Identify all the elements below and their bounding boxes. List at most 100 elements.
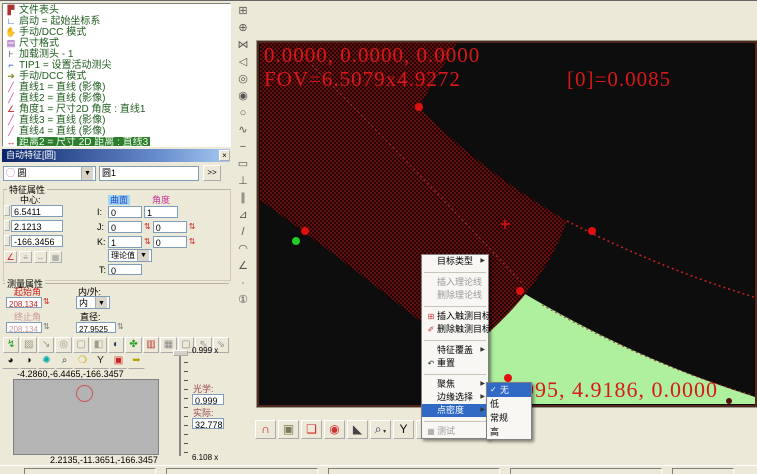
menu-item[interactable]: 聚焦 ▶ — [422, 378, 488, 391]
tree-item[interactable]: ╱直线1 = 直线 (影像) — [5, 82, 230, 93]
gear-flower-icon[interactable]: ✤ — [125, 337, 141, 353]
camera-view[interactable]: 0.0000, 0.0000, 0.0000 FOV=6.5079x4.9272… — [257, 41, 757, 407]
chevron-down-icon[interactable]: ▾ — [382, 429, 387, 435]
half-box-icon[interactable]: ◧ — [90, 337, 106, 353]
tree-item[interactable]: ▛文件表头 — [5, 5, 230, 16]
circle-icon[interactable]: ○ — [234, 105, 252, 121]
spinner-icon[interactable]: ⇅ — [144, 221, 151, 233]
vector-value-2[interactable]: 0 — [153, 236, 187, 248]
feature-panel-close-icon[interactable]: × — [219, 150, 230, 161]
concentric-icon[interactable]: ◎ — [234, 71, 252, 87]
menu-item[interactable]: ✐ 删除触测目标 — [422, 323, 488, 336]
start-angle-field[interactable]: 208.134 — [6, 297, 42, 308]
magnifier-icon[interactable]: ⌕ — [56, 353, 73, 369]
center-z-field[interactable]: -166.3456 — [11, 235, 63, 247]
tree-item[interactable]: ╱直线4 = 直线 (影像) — [5, 126, 230, 137]
submenu-item[interactable]: ✓ 无 — [487, 383, 531, 397]
menu-item[interactable]: 删除理论线 — [422, 289, 488, 302]
end-angle-spinner-icon[interactable]: ⇅ — [43, 321, 50, 333]
pie-half-icon[interactable]: ◑ — [20, 353, 37, 369]
exit-arrow-icon[interactable]: ➥ — [128, 353, 145, 369]
target-circle-icon[interactable]: ◉ — [324, 420, 345, 439]
command-tree[interactable]: ▛文件表头 ∟启动 = 起始坐标系 ✋手动/DCC 模式 ▤尺寸格式 ⊦加载测头… — [2, 3, 231, 147]
circle-cross-icon[interactable]: ⊕ — [234, 20, 252, 36]
sphere-icon[interactable]: ◉ — [234, 88, 252, 104]
plane-icon[interactable]: ⊞ — [234, 3, 252, 19]
histogram-icon[interactable]: ▥ — [143, 337, 159, 353]
contrast-icon[interactable]: ◐ — [108, 337, 124, 353]
submenu-item[interactable]: 低 — [487, 397, 531, 411]
diameter-spinner-icon[interactable]: ⇅ — [117, 321, 124, 333]
snap-icon[interactable]: ↘ — [38, 337, 54, 353]
line-icon[interactable]: − — [234, 139, 252, 155]
diameter-field[interactable]: 27.9525 — [76, 322, 116, 333]
theo-value-select[interactable]: 理论值 ▼ — [108, 249, 152, 262]
chevron-down-icon[interactable]: ▼ — [137, 250, 149, 261]
span-button[interactable]: ↔ — [34, 251, 47, 263]
insert-target-icon[interactable]: ❏ — [301, 420, 322, 439]
menu-item[interactable]: 点密度 ▶ — [422, 404, 488, 417]
funnel-icon[interactable]: Y — [393, 420, 414, 439]
live-view-image[interactable] — [13, 379, 159, 455]
grid-button[interactable]: ▦ — [49, 251, 62, 263]
tree-item[interactable]: ➜手动/DCC 模式 — [5, 71, 230, 82]
angle-icon[interactable]: ∠ — [234, 258, 252, 274]
expand-button[interactable]: >> — [203, 165, 221, 181]
parallel-icon[interactable]: ∥ — [234, 190, 252, 206]
vector-value-1[interactable]: 0 — [108, 206, 142, 218]
inout-select[interactable]: 内 ▼ — [76, 296, 110, 309]
tree-item[interactable]: ╱直线2 = 直线 (影像) — [5, 93, 230, 104]
start-angle-spinner-icon[interactable]: ⇅ — [43, 296, 50, 308]
pie-quarter-icon[interactable]: ◕ — [2, 353, 19, 369]
magnet-icon[interactable]: ∩ — [255, 420, 276, 439]
feature-name-input[interactable]: 圆1 — [99, 166, 199, 181]
cone-icon[interactable]: ◁ — [234, 54, 252, 70]
angularity-icon[interactable]: ⊿ — [234, 207, 252, 223]
tree-item[interactable]: ⌐TIP1 = 设置活动测尖 — [5, 60, 230, 71]
center-x-lock-button[interactable] — [4, 205, 10, 216]
curve-icon[interactable]: ∿ — [234, 122, 252, 138]
tree-item[interactable]: ▤尺寸格式 — [5, 38, 230, 49]
optical-field[interactable]: 0.999 — [192, 394, 224, 405]
menu-item[interactable]: 特征覆盖 ▶ — [422, 344, 488, 357]
arc-icon[interactable]: ◠ — [234, 241, 252, 257]
menu-item[interactable]: 插入理论线 — [422, 276, 488, 289]
illumination-icon[interactable]: ✺ — [38, 353, 55, 369]
slash-icon[interactable]: / — [234, 224, 252, 240]
menu-item[interactable]: 边缘选择 ▶ — [422, 391, 488, 404]
menu-item[interactable]: 目标类型 ▶ — [422, 255, 488, 268]
menu-item[interactable]: ⊞ 插入触测目标 — [422, 310, 488, 323]
point-icon[interactable]: · — [234, 275, 252, 291]
stop-box-icon[interactable]: ▣ — [110, 353, 127, 369]
center-y-lock-button[interactable] — [4, 220, 10, 231]
wedge-icon[interactable]: ◣ — [347, 420, 368, 439]
move-icon[interactable]: ▨ — [20, 337, 36, 353]
tree-item[interactable]: ✋手动/DCC 模式 — [5, 27, 230, 38]
actual-field[interactable]: 32.778 — [192, 418, 224, 429]
submenu-item[interactable]: 常规 — [487, 411, 531, 425]
box-gray-icon[interactable]: ▢ — [73, 337, 89, 353]
vector-value-2[interactable]: 1 — [144, 206, 178, 218]
end-angle-field[interactable]: 208.134 — [6, 322, 42, 333]
tree-item[interactable]: ╱直线3 = 直线 (影像) — [5, 115, 230, 126]
spinner-icon[interactable]: ⇅ — [189, 236, 196, 248]
spinner-icon[interactable]: ⇅ — [144, 236, 151, 248]
center-z-lock-button[interactable] — [4, 235, 10, 246]
t-field[interactable]: 0 — [108, 264, 142, 275]
camera-icon[interactable]: ▣ — [278, 420, 299, 439]
spinner-icon[interactable]: ⇅ — [189, 221, 196, 233]
level-icon[interactable]: Y — [92, 353, 109, 369]
zoom-slider-thumb[interactable] — [173, 350, 188, 356]
pin-button[interactable]: ≡ — [19, 251, 32, 263]
vector-value-1[interactable]: 1 — [108, 236, 142, 248]
center-y-field[interactable]: 2.1213 — [11, 220, 63, 232]
rectangle-icon[interactable]: ▭ — [234, 156, 252, 172]
datum-one-icon[interactable]: ① — [234, 292, 252, 308]
perpendicular-icon[interactable]: ⊥ — [234, 173, 252, 189]
execute-icon[interactable]: ↯ — [3, 337, 19, 353]
submenu-item[interactable]: 高 — [487, 425, 531, 439]
angle-mode-button[interactable]: ∠ — [4, 251, 17, 263]
zoom-slider-track[interactable] — [179, 351, 181, 456]
profile-icon[interactable]: ⋈ — [234, 37, 252, 53]
menu-item[interactable]: ↶ 重置 — [422, 357, 488, 370]
